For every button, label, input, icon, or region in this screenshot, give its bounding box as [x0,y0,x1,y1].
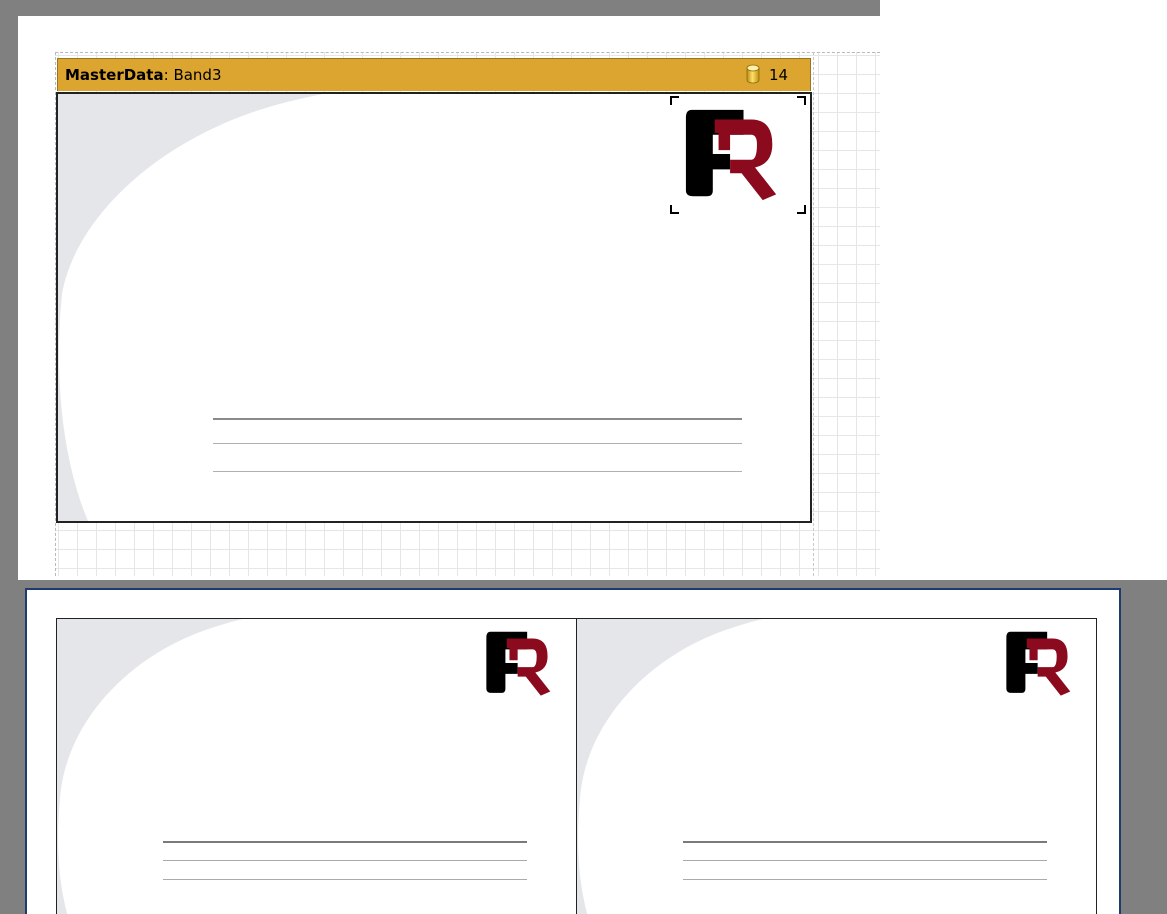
designer-left-border [0,0,18,580]
preview-card [56,618,577,914]
address-line [683,860,1047,861]
band-type-label: MasterData [65,66,164,84]
selection-handle[interactable] [797,96,806,105]
band-title-separator: : [163,66,169,84]
selection-handle[interactable] [797,205,806,214]
address-line [213,471,742,472]
report-designer: MasterData: Band3 14 [0,0,880,580]
address-line [163,860,527,861]
row-count: 14 [769,66,789,84]
selection-handle[interactable] [670,205,679,214]
page-margin-right [813,52,814,576]
database-icon [746,64,760,84]
fastreport-logo-icon [1006,631,1071,696]
page-margin-top [55,52,880,53]
designer-top-border [0,0,880,16]
address-line [213,418,742,420]
preview-card [576,618,1097,914]
preview-area [0,580,1167,914]
band-title: MasterData: Band3 [65,66,222,84]
address-line [163,879,527,880]
address-line [683,879,1047,880]
band-name: Band3 [173,66,222,84]
fastreport-logo-icon [685,109,777,201]
logo-picture-object[interactable] [670,96,806,214]
address-line [683,841,1047,843]
fastreport-logo-icon [486,631,551,696]
band-body[interactable] [56,92,812,523]
address-line [213,443,742,444]
address-line [163,841,527,843]
preview-page [25,588,1121,914]
selection-handle[interactable] [670,96,679,105]
band-header[interactable]: MasterData: Band3 14 [57,58,811,91]
